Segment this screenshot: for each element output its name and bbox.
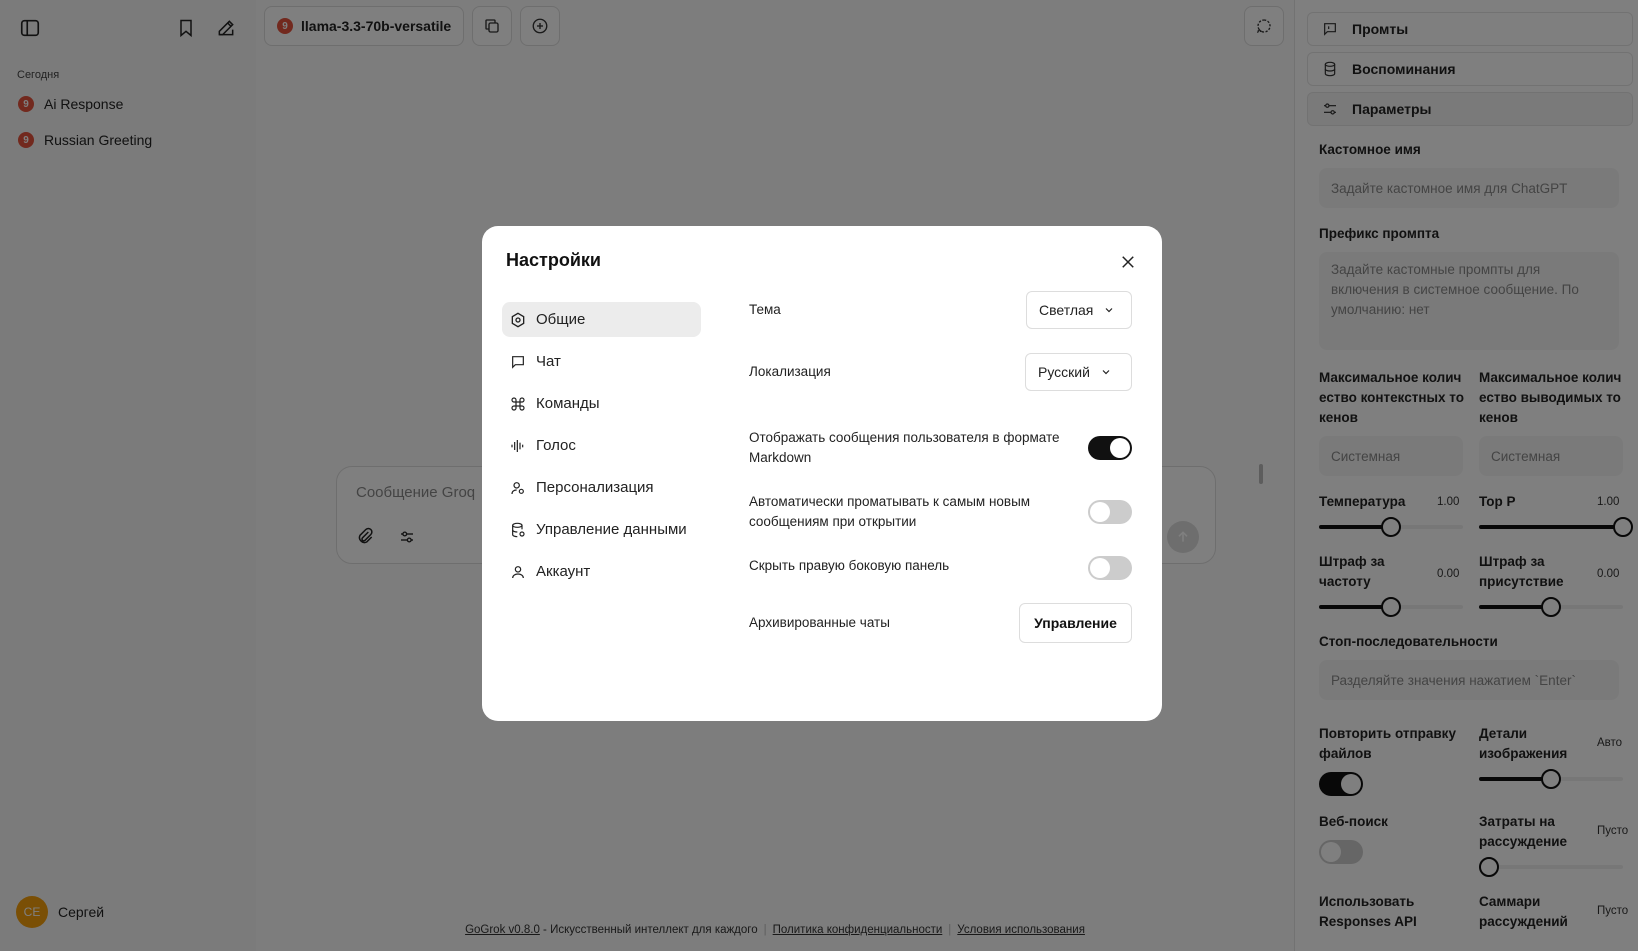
markdown-label: Отображать сообщения пользователя в форм… bbox=[749, 430, 1060, 465]
nav-label: Управление данными bbox=[536, 521, 687, 538]
message-icon bbox=[510, 354, 526, 370]
chevron-down-icon bbox=[1103, 304, 1115, 316]
nav-label: Аккаунт bbox=[536, 563, 591, 580]
locale-select[interactable]: Русский bbox=[1025, 353, 1132, 391]
gear-icon bbox=[510, 312, 526, 328]
database-icon bbox=[510, 522, 526, 538]
theme-select[interactable]: Светлая bbox=[1026, 291, 1132, 329]
locale-value: Русский bbox=[1038, 364, 1090, 380]
nav-label: Персонализация bbox=[536, 479, 654, 496]
settings-nav-voice[interactable]: Голос bbox=[502, 428, 701, 463]
nav-label: Чат bbox=[536, 353, 561, 370]
nav-label: Голос bbox=[536, 437, 576, 454]
locale-label: Локализация bbox=[749, 364, 831, 379]
person-settings-icon bbox=[510, 480, 526, 496]
autoscroll-toggle[interactable] bbox=[1088, 500, 1132, 524]
theme-value: Светлая bbox=[1039, 302, 1094, 318]
settings-nav-commands[interactable]: Команды bbox=[502, 386, 701, 421]
nav-label: Общие bbox=[536, 311, 586, 328]
close-icon[interactable] bbox=[1116, 250, 1140, 274]
settings-nav-account[interactable]: Аккаунт bbox=[502, 554, 701, 589]
audio-icon bbox=[510, 438, 526, 454]
app-root: Сегодня 9 Ai Response 9 Russian Greeting… bbox=[0, 0, 1638, 951]
settings-nav-personalization[interactable]: Персонализация bbox=[502, 470, 701, 505]
command-icon bbox=[510, 396, 526, 412]
chevron-down-icon bbox=[1100, 366, 1112, 378]
archived-chats-label: Архивированные чаты bbox=[749, 615, 890, 630]
user-icon bbox=[510, 564, 526, 580]
nav-label: Команды bbox=[536, 395, 600, 412]
settings-nav-general[interactable]: Общие bbox=[502, 302, 701, 337]
markdown-toggle[interactable] bbox=[1088, 436, 1132, 460]
theme-label: Тема bbox=[749, 302, 781, 317]
modal-title: Настройки bbox=[506, 250, 601, 270]
hide-panel-label: Скрыть правую боковую панель bbox=[749, 558, 950, 573]
settings-nav-data[interactable]: Управление данными bbox=[502, 512, 701, 547]
hide-panel-toggle[interactable] bbox=[1088, 556, 1132, 580]
manage-archived-button[interactable]: Управление bbox=[1019, 603, 1132, 643]
settings-modal: Настройки Общие Чат Команды Голос Персон… bbox=[482, 226, 1162, 721]
autoscroll-label: Автоматически проматывать к самым новым … bbox=[749, 494, 1031, 529]
settings-nav-chat[interactable]: Чат bbox=[502, 344, 701, 379]
